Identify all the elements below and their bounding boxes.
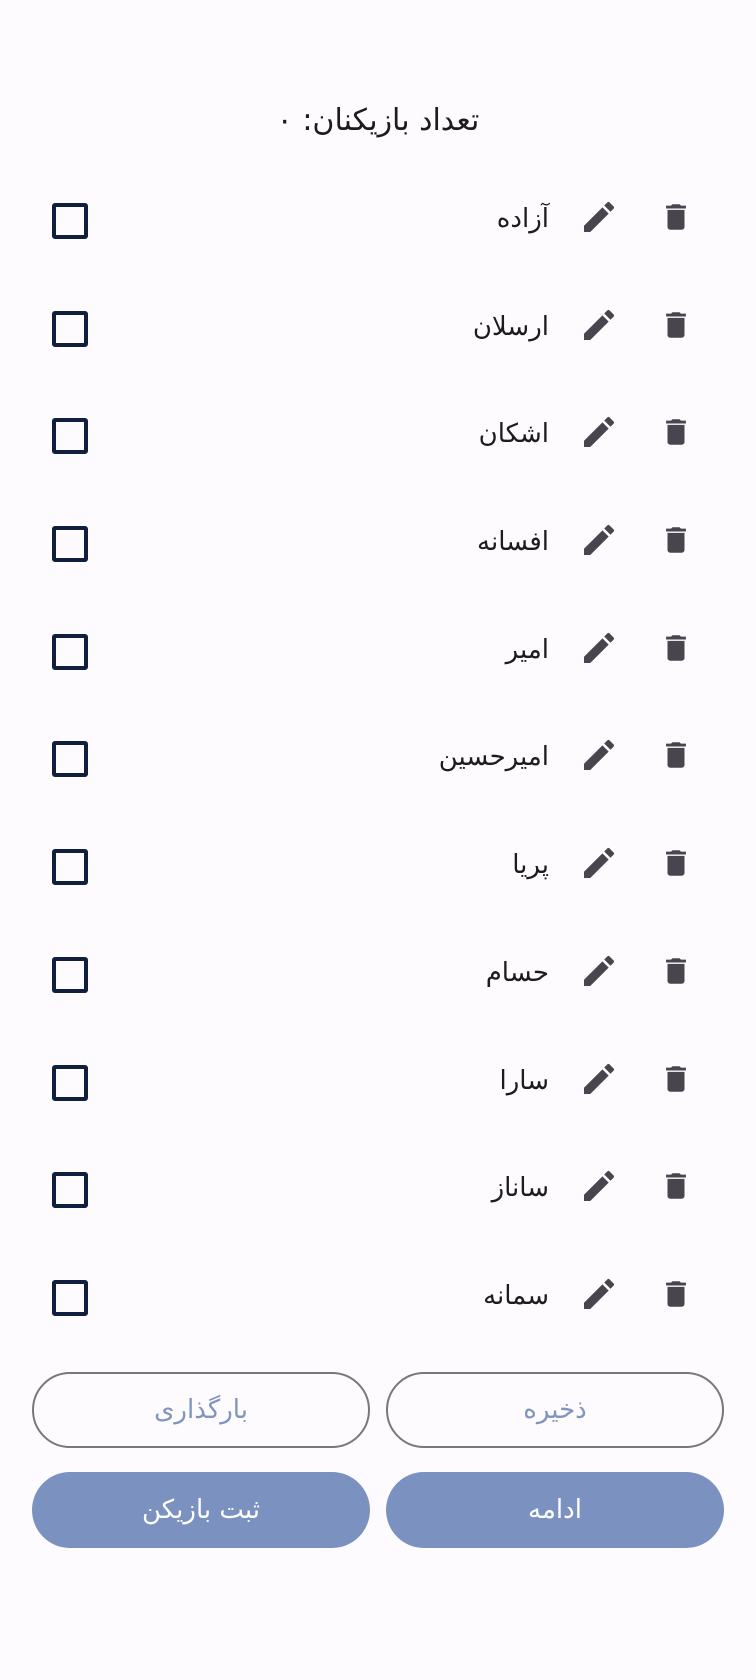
edit-player-button[interactable]	[576, 734, 622, 780]
player-row: سارا	[0, 1028, 756, 1136]
edit-player-button[interactable]	[576, 950, 622, 996]
player-row: پریا	[0, 812, 756, 920]
pencil-icon	[579, 951, 619, 995]
player-select-checkbox[interactable]	[52, 1064, 88, 1101]
pencil-icon	[579, 1166, 619, 1210]
pencil-icon	[579, 520, 619, 564]
player-name: امیرحسین	[438, 742, 549, 773]
player-select-checkbox[interactable]	[52, 1279, 88, 1316]
player-row: ارسلان	[0, 274, 756, 382]
player-row: آزاده	[0, 166, 756, 274]
delete-player-button[interactable]	[653, 627, 699, 673]
save-button[interactable]: ذخیره	[386, 1372, 724, 1448]
player-row: حسام	[0, 920, 756, 1028]
player-select-checkbox[interactable]	[52, 310, 88, 347]
delete-player-button[interactable]	[653, 304, 699, 350]
player-row: ساناز	[0, 1135, 756, 1243]
load-button[interactable]: بارگذاری	[32, 1372, 370, 1448]
delete-player-button[interactable]	[653, 1273, 699, 1319]
player-name: افسانه	[477, 527, 549, 558]
player-select-checkbox[interactable]	[52, 203, 88, 239]
player-row: امیر	[0, 597, 756, 705]
player-name: آزاده	[496, 204, 549, 234]
trash-icon	[659, 951, 693, 995]
trash-icon	[659, 412, 693, 456]
player-name: ارسلان	[472, 311, 549, 342]
player-select-checkbox[interactable]	[52, 526, 88, 563]
pencil-icon	[579, 843, 619, 887]
delete-player-button[interactable]	[653, 1058, 699, 1104]
player-list: آزاده ارسلان اشکان افسانه امیر امیرحسین پریا حس…	[0, 166, 756, 1351]
player-select-checkbox[interactable]	[52, 418, 88, 455]
edit-player-button[interactable]	[576, 519, 622, 565]
trash-icon	[659, 735, 693, 779]
delete-player-button[interactable]	[653, 519, 699, 565]
pencil-icon	[579, 305, 619, 349]
player-select-checkbox[interactable]	[52, 633, 88, 670]
trash-icon	[659, 1274, 693, 1318]
trash-icon	[659, 628, 693, 672]
pencil-icon	[579, 412, 619, 456]
edit-player-button[interactable]	[576, 1273, 622, 1319]
edit-player-button[interactable]	[576, 1058, 622, 1104]
player-select-checkbox[interactable]	[52, 849, 88, 886]
player-row: اشکان	[0, 381, 756, 489]
edit-player-button[interactable]	[576, 1165, 622, 1211]
edit-player-button[interactable]	[576, 842, 622, 888]
player-name: سمانه	[483, 1280, 549, 1311]
trash-icon	[659, 843, 693, 887]
player-name: امیر	[505, 634, 549, 665]
pencil-icon	[579, 628, 619, 672]
trash-icon	[659, 1166, 693, 1210]
player-name: ساناز	[491, 1173, 549, 1204]
delete-player-button[interactable]	[653, 950, 699, 996]
edit-player-button[interactable]	[576, 411, 622, 457]
player-row: افسانه	[0, 489, 756, 597]
trash-icon	[659, 1059, 693, 1103]
pencil-icon	[579, 1274, 619, 1318]
trash-icon	[659, 520, 693, 564]
continue-button[interactable]: ادامه	[386, 1472, 724, 1548]
player-name: اشکان	[478, 419, 549, 450]
player-select-checkbox[interactable]	[52, 1172, 88, 1209]
player-select-checkbox[interactable]	[52, 741, 88, 778]
trash-icon	[659, 305, 693, 349]
edit-player-button[interactable]	[576, 304, 622, 350]
player-name: حسام	[485, 957, 549, 988]
player-name: سارا	[499, 1065, 550, 1096]
pencil-icon	[579, 735, 619, 779]
trash-icon	[659, 197, 693, 241]
player-row: سمانه	[0, 1243, 756, 1351]
delete-player-button[interactable]	[653, 734, 699, 780]
delete-player-button[interactable]	[653, 411, 699, 457]
edit-player-button[interactable]	[576, 196, 622, 242]
player-name: پریا	[512, 850, 549, 881]
delete-player-button[interactable]	[653, 1165, 699, 1211]
delete-player-button[interactable]	[653, 196, 699, 242]
player-count-title: تعداد بازیکنان: ۰	[276, 103, 480, 138]
register-player-button[interactable]: ثبت بازیکن	[32, 1472, 370, 1548]
player-select-checkbox[interactable]	[52, 956, 88, 993]
delete-player-button[interactable]	[653, 842, 699, 888]
edit-player-button[interactable]	[576, 627, 622, 673]
pencil-icon	[579, 1059, 619, 1103]
pencil-icon	[579, 197, 619, 241]
player-row: امیرحسین	[0, 704, 756, 812]
